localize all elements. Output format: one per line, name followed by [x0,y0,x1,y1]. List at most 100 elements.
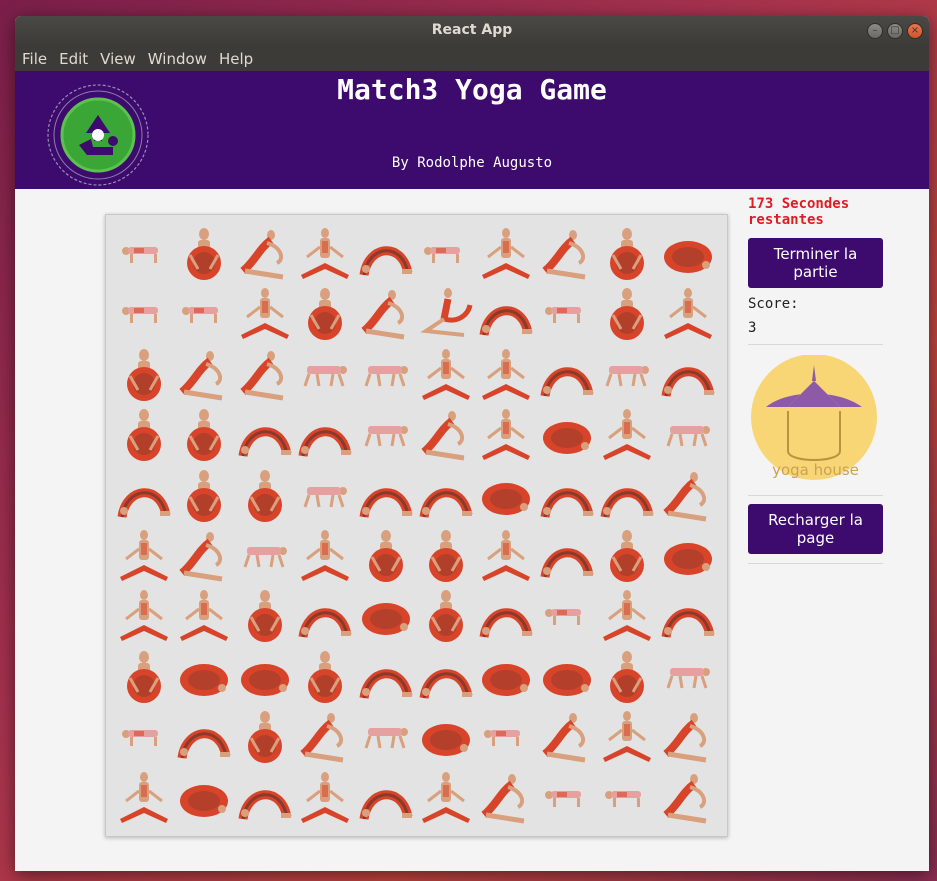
close-icon[interactable]: × [907,23,923,39]
game-tile[interactable] [658,585,718,645]
menu-help[interactable]: Help [219,50,253,68]
game-tile[interactable] [476,465,536,525]
game-tile[interactable] [597,344,657,404]
game-tile[interactable] [416,767,476,827]
minimize-icon[interactable]: – [867,23,883,39]
game-tile[interactable] [658,646,718,706]
game-tile[interactable] [537,465,597,525]
game-tile[interactable] [537,344,597,404]
game-tile[interactable] [114,344,174,404]
game-tile[interactable] [114,706,174,766]
game-tile[interactable] [295,465,355,525]
game-tile[interactable] [235,585,295,645]
game-tile[interactable] [356,404,416,464]
game-tile[interactable] [597,525,657,585]
game-tile[interactable] [597,465,657,525]
game-tile[interactable] [658,223,718,283]
game-tile[interactable] [416,344,476,404]
end-game-button[interactable]: Terminer la partie [748,238,883,288]
game-tile[interactable] [597,283,657,343]
game-tile[interactable] [537,525,597,585]
game-tile[interactable] [174,404,234,464]
game-tile[interactable] [597,706,657,766]
menu-file[interactable]: File [22,50,47,68]
game-tile[interactable] [356,585,416,645]
window-titlebar[interactable]: React App – □ × [15,16,929,46]
game-tile[interactable] [235,283,295,343]
game-tile[interactable] [476,283,536,343]
game-tile[interactable] [416,525,476,585]
game-tile[interactable] [537,404,597,464]
game-tile[interactable] [235,767,295,827]
game-tile[interactable] [295,525,355,585]
game-tile[interactable] [114,465,174,525]
game-tile[interactable] [537,767,597,827]
game-tile[interactable] [174,646,234,706]
game-tile[interactable] [416,283,476,343]
game-tile[interactable] [295,344,355,404]
game-tile[interactable] [416,585,476,645]
game-tile[interactable] [658,344,718,404]
game-tile[interactable] [356,525,416,585]
game-tile[interactable] [476,767,536,827]
game-tile[interactable] [658,465,718,525]
game-tile[interactable] [114,525,174,585]
game-tile[interactable] [476,706,536,766]
game-tile[interactable] [114,767,174,827]
game-tile[interactable] [597,223,657,283]
game-tile[interactable] [476,525,536,585]
game-tile[interactable] [658,706,718,766]
game-tile[interactable] [295,706,355,766]
game-tile[interactable] [235,404,295,464]
game-tile[interactable] [235,646,295,706]
game-tile[interactable] [658,525,718,585]
maximize-icon[interactable]: □ [887,23,903,39]
game-tile[interactable] [295,767,355,827]
game-tile[interactable] [476,646,536,706]
game-tile[interactable] [537,706,597,766]
game-tile[interactable] [356,344,416,404]
game-tile[interactable] [476,223,536,283]
game-tile[interactable] [416,646,476,706]
menu-edit[interactable]: Edit [59,50,88,68]
game-tile[interactable] [174,344,234,404]
game-tile[interactable] [537,223,597,283]
game-tile[interactable] [597,585,657,645]
game-tile[interactable] [174,283,234,343]
game-tile[interactable] [114,585,174,645]
game-tile[interactable] [537,283,597,343]
game-tile[interactable] [114,404,174,464]
menu-window[interactable]: Window [148,50,207,68]
game-tile[interactable] [537,585,597,645]
game-tile[interactable] [658,283,718,343]
game-tile[interactable] [356,223,416,283]
game-tile[interactable] [356,706,416,766]
game-tile[interactable] [295,585,355,645]
reload-page-button[interactable]: Recharger la page [748,504,883,554]
game-tile[interactable] [114,646,174,706]
game-tile[interactable] [174,706,234,766]
game-tile[interactable] [597,404,657,464]
game-tile[interactable] [356,646,416,706]
game-tile[interactable] [114,283,174,343]
game-tile[interactable] [174,223,234,283]
game-tile[interactable] [235,706,295,766]
game-tile[interactable] [658,404,718,464]
game-tile[interactable] [476,344,536,404]
game-tile[interactable] [174,465,234,525]
game-tile[interactable] [416,404,476,464]
game-tile[interactable] [416,223,476,283]
game-tile[interactable] [235,465,295,525]
game-tile[interactable] [295,646,355,706]
game-tile[interactable] [235,344,295,404]
menu-view[interactable]: View [100,50,136,68]
game-tile[interactable] [476,585,536,645]
game-tile[interactable] [235,223,295,283]
game-tile[interactable] [174,525,234,585]
game-tile[interactable] [416,706,476,766]
game-tile[interactable] [658,767,718,827]
game-tile[interactable] [356,465,416,525]
game-tile[interactable] [597,646,657,706]
game-tile[interactable] [537,646,597,706]
game-tile[interactable] [416,465,476,525]
